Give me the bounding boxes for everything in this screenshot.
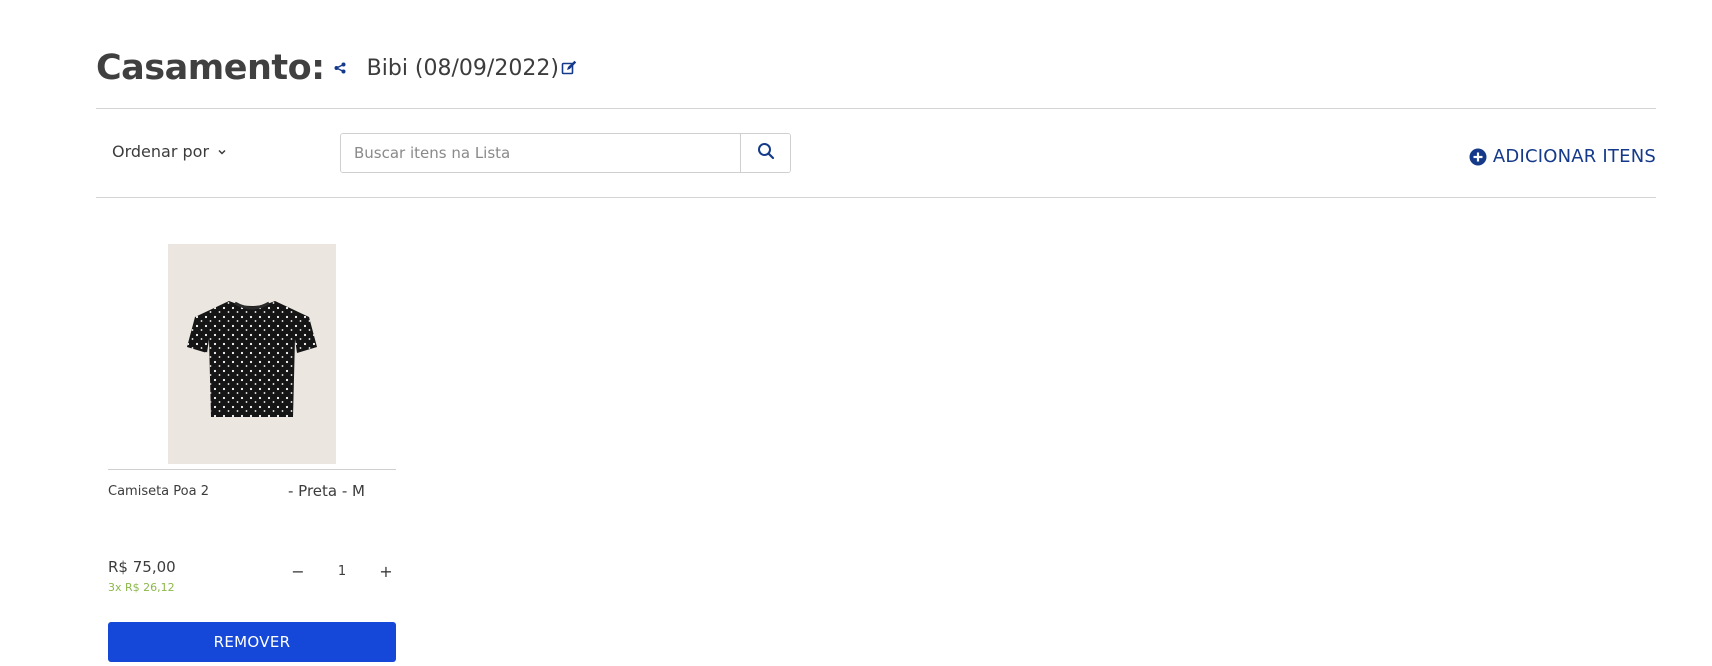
installments-price: 3x R$ 26,12 — [108, 581, 175, 594]
toolbar-divider — [96, 197, 1656, 198]
quantity-stepper: − 1 + — [288, 560, 396, 582]
product-variant: - Preta - M — [288, 482, 365, 500]
plus-circle-icon — [1469, 148, 1487, 166]
search-box — [340, 133, 791, 173]
header-divider — [96, 108, 1656, 109]
product-image[interactable] — [168, 244, 336, 464]
increment-button[interactable]: + — [376, 562, 396, 581]
add-items-button[interactable]: ADICIONAR ITENS — [1469, 146, 1656, 167]
product-price: R$ 75,00 — [108, 558, 176, 576]
chevron-down-icon — [217, 147, 227, 157]
product-name[interactable]: Camiseta Poa 2 — [108, 484, 209, 499]
decrement-button[interactable]: − — [288, 562, 308, 581]
list-name: Bibi (08/09/2022) — [366, 55, 559, 81]
search-icon — [757, 142, 775, 164]
sort-dropdown[interactable]: Ordenar por — [112, 142, 227, 161]
page-title: Casamento: — [96, 48, 325, 88]
search-input[interactable] — [341, 134, 740, 172]
sort-label: Ordenar por — [112, 142, 210, 161]
card-divider — [108, 469, 396, 470]
quantity-value[interactable]: 1 — [338, 564, 346, 579]
remove-button[interactable]: REMOVER — [108, 622, 396, 662]
edit-icon[interactable] — [561, 60, 577, 76]
page-header: Casamento: Bibi (08/09/2022) — [96, 40, 577, 96]
share-icon[interactable] — [333, 61, 347, 75]
search-button[interactable] — [740, 134, 790, 172]
add-items-label: ADICIONAR ITENS — [1492, 146, 1656, 167]
